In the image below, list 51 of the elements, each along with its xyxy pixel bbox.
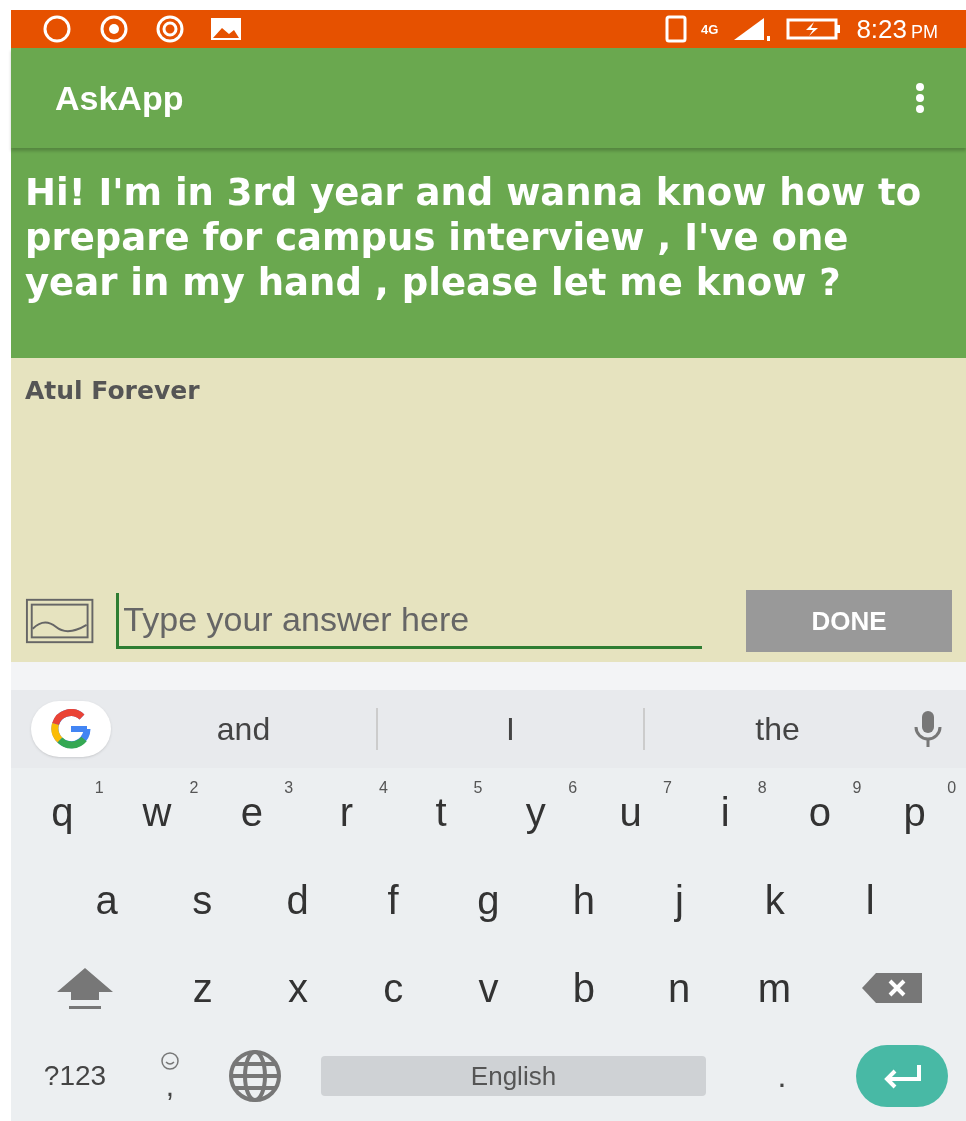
letter-key[interactable]: u 7 bbox=[583, 768, 678, 856]
letter-key[interactable]: r 4 bbox=[299, 768, 394, 856]
kebab-menu-icon bbox=[914, 82, 926, 114]
letter-key[interactable]: x bbox=[250, 944, 346, 1032]
letter-key[interactable]: f bbox=[345, 856, 441, 944]
letter-key[interactable]: v bbox=[440, 944, 537, 1032]
clock: 8:23 PM bbox=[856, 16, 938, 42]
author-name: Atul Forever bbox=[25, 375, 201, 407]
suggestion-chip[interactable]: and bbox=[111, 705, 376, 753]
letter-key[interactable]: o 9 bbox=[772, 768, 868, 856]
letter-key[interactable]: i 8 bbox=[677, 768, 773, 856]
letter-key[interactable]: z bbox=[155, 944, 251, 1032]
battery-charging-icon bbox=[786, 17, 843, 41]
letter-key[interactable]: s bbox=[154, 856, 250, 944]
letter-key[interactable]: l bbox=[822, 856, 918, 944]
symbols-key[interactable]: ?123 bbox=[15, 1032, 135, 1120]
period-key[interactable]: . bbox=[722, 1032, 842, 1120]
letter-key[interactable]: w 2 bbox=[109, 768, 205, 856]
signal-icon bbox=[732, 16, 773, 42]
globe-icon bbox=[227, 1048, 283, 1104]
letter-key[interactable]: e 3 bbox=[204, 768, 300, 856]
letter-key[interactable]: g bbox=[440, 856, 537, 944]
letter-key[interactable]: n bbox=[631, 944, 727, 1032]
network-type: 4G bbox=[701, 22, 719, 36]
google-button[interactable] bbox=[31, 701, 111, 757]
letter-key[interactable]: k bbox=[727, 856, 823, 944]
letter-key[interactable]: y 6 bbox=[488, 768, 584, 856]
letter-key[interactable]: p 0 bbox=[867, 768, 963, 856]
question-text: Hi! I'm in 3rd year and wanna know how to prepare for campus interview , I've one year in my hand , please let me know ? bbox=[25, 170, 923, 305]
letter-key[interactable]: c bbox=[345, 944, 441, 1032]
letter-key[interactable]: a bbox=[59, 856, 155, 944]
answer-input-field[interactable]: Type your answer here bbox=[116, 593, 702, 649]
letter-key[interactable]: b bbox=[536, 944, 632, 1032]
space-bar[interactable]: English bbox=[321, 1056, 706, 1096]
suggestion-chip[interactable]: the bbox=[645, 705, 910, 753]
letter-key[interactable]: h bbox=[536, 856, 632, 944]
letter-key[interactable]: j bbox=[631, 856, 728, 944]
shift-arrow-icon bbox=[55, 966, 115, 1010]
letter-key[interactable]: q 1 bbox=[15, 768, 110, 856]
comma-key[interactable]: , bbox=[135, 1032, 205, 1120]
phone-icon bbox=[665, 15, 688, 43]
letter-key[interactable]: d bbox=[249, 856, 346, 944]
image-icon bbox=[209, 16, 243, 42]
image-icon[interactable] bbox=[25, 597, 95, 645]
app-title: AskApp bbox=[55, 77, 184, 119]
smiley-icon bbox=[160, 1051, 180, 1071]
backspace-icon bbox=[861, 973, 922, 1003]
letter-key[interactable]: t 5 bbox=[393, 768, 489, 856]
letter-key[interactable]: m bbox=[726, 944, 822, 1032]
suggestion-chip[interactable]: I bbox=[378, 705, 643, 753]
google-g-icon bbox=[51, 709, 91, 749]
